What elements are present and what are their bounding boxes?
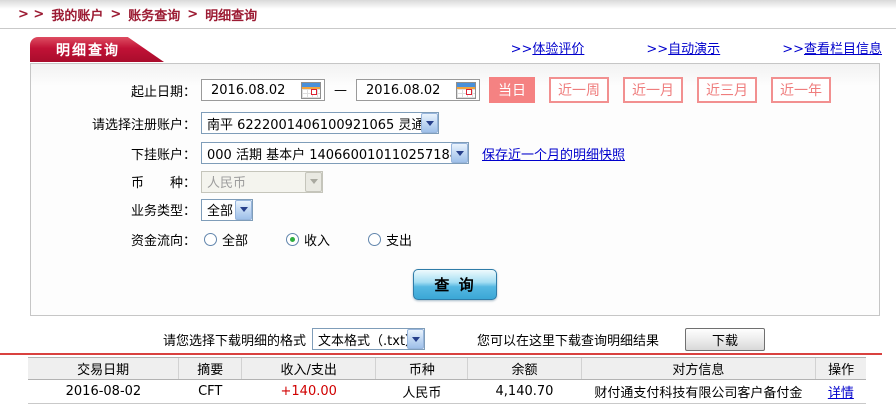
date-range-label: 起止日期： [130, 84, 196, 100]
cell-trade-date: 2016-08-02 [28, 379, 179, 404]
table-header-row: 交易日期 摘要 收入/支出 币种 余额 对方信息 操作 [28, 357, 866, 380]
chevron-down-icon [451, 143, 468, 163]
tab-row: 明细查询 >>体验评价 >>自动演示 >>查看栏目信息 [0, 29, 896, 62]
download-button[interactable]: 下载 [685, 327, 766, 351]
registered-account-label: 请选择注册账户： [91, 117, 196, 133]
download-format-value: 文本格式（.txt） [318, 333, 407, 349]
fund-flow-option-all[interactable]: 全部 [204, 230, 248, 249]
fund-flow-option-income[interactable]: 收入 [286, 230, 330, 249]
top-links: >>体验评价 >>自动演示 >>查看栏目信息 [511, 38, 882, 57]
range-button-last-month[interactable]: 近一月 [623, 77, 683, 103]
chevron-down-icon [407, 329, 425, 349]
cell-currency: 人民币 [375, 379, 468, 404]
range-button-last-year[interactable]: 近一年 [771, 77, 831, 103]
query-button[interactable]: 查 询 [413, 269, 497, 300]
header-balance: 余额 [467, 357, 582, 380]
breadcrumb-item-detail-query[interactable]: 明细查询 [205, 5, 257, 24]
link-experience-evaluation[interactable]: >>体验评价 [511, 38, 585, 57]
chevron-down-icon [305, 171, 322, 192]
cell-amount: +140.00 [241, 379, 376, 404]
sub-account-label: 下挂账户： [130, 147, 196, 163]
date-range-row: 起止日期： 2016.08.02 — 2016.08.02 当日 近一周 近一月… [31, 77, 879, 103]
currency-row: 币 种： 人民币 [31, 170, 879, 193]
end-date-value: 2016.08.02 [366, 82, 441, 98]
download-format-label: 请您选择下载明细的格式 [163, 333, 307, 349]
save-snapshot-link[interactable]: 保存近一个月的明细快照 [482, 144, 625, 163]
result-table: 交易日期 摘要 收入/支出 币种 余额 对方信息 操作 2016-08-02 C… [28, 357, 866, 404]
tab-detail-query[interactable]: 明细查询 [30, 37, 164, 62]
end-date-input[interactable]: 2016.08.02 [356, 79, 480, 101]
sub-account-row: 下挂账户： 000 活期 基本户 1406600101102571848 保存近… [31, 141, 879, 165]
range-button-today[interactable]: 当日 [489, 77, 535, 103]
range-button-last-3-months[interactable]: 近三月 [697, 77, 757, 103]
business-type-row: 业务类型： 全部 [31, 198, 879, 221]
currency-value: 人民币 [207, 176, 247, 191]
header-income-expense: 收入/支出 [241, 357, 376, 380]
header-action: 操作 [815, 357, 866, 380]
link-auto-demo[interactable]: >>自动演示 [646, 38, 720, 57]
breadcrumb-item-account-query[interactable]: 账务查询 [128, 5, 180, 24]
calendar-icon[interactable] [456, 81, 476, 99]
business-type-value: 全部 [207, 204, 234, 219]
header-summary: 摘要 [178, 357, 242, 380]
cell-counterparty: 财付通支付科技有限公司客户备付金 [581, 379, 816, 404]
download-format-select[interactable]: 文本格式（.txt） [312, 328, 426, 350]
breadcrumb-prefix: > > [18, 6, 45, 22]
radio-icon[interactable] [368, 232, 382, 246]
registered-account-row: 请选择注册账户： 南平 6222001406100921065 灵通卡 [31, 111, 879, 135]
cell-summary: CFT [178, 379, 242, 404]
currency-label: 币 种： [130, 176, 196, 191]
start-date-input[interactable]: 2016.08.02 [201, 79, 325, 101]
calendar-icon[interactable] [301, 81, 321, 99]
header-currency: 币种 [375, 357, 468, 380]
business-type-select[interactable]: 全部 [201, 198, 253, 221]
currency-select: 人民币 [201, 170, 323, 193]
download-row: 请您选择下载明细的格式 文本格式（.txt） 您可以在这里下载查询明细结果 下载 [0, 327, 896, 351]
download-hint: 您可以在这里下载查询明细结果 [477, 333, 660, 349]
registered-account-select[interactable]: 南平 6222001406100921065 灵通卡 [201, 112, 439, 134]
fund-flow-label: 资金流向： [130, 233, 196, 249]
breadcrumb-separator: > [187, 6, 199, 22]
sub-account-value: 000 活期 基本户 1406600101102571848 [207, 147, 451, 163]
chevron-down-icon [421, 113, 438, 133]
chevron-down-icon [235, 199, 252, 220]
header-trade-date: 交易日期 [28, 357, 179, 380]
range-button-last-week[interactable]: 近一周 [549, 77, 609, 103]
business-type-label: 业务类型： [130, 204, 196, 219]
query-form: 起止日期： 2016.08.02 — 2016.08.02 当日 近一周 近一月… [30, 63, 880, 316]
sub-account-select[interactable]: 000 活期 基本户 1406600101102571848 [201, 142, 469, 164]
start-date-value: 2016.08.02 [211, 82, 286, 98]
radio-checked-icon[interactable] [286, 232, 300, 246]
detail-link[interactable]: 详情 [828, 386, 854, 401]
breadcrumb-separator: > [110, 6, 122, 22]
header-counterparty: 对方信息 [580, 357, 816, 380]
breadcrumb-item-my-account[interactable]: 我的账户 [51, 5, 103, 24]
table-row: 2016-08-02 CFT +140.00 人民币 4,140.70 财付通支… [28, 379, 866, 404]
cell-balance: 4,140.70 [467, 379, 582, 404]
fund-flow-option-expense[interactable]: 支出 [368, 230, 412, 249]
date-range-dash: — [334, 82, 347, 98]
table-top-rule [0, 353, 882, 355]
breadcrumb: > > 我的账户 > 账务查询 > 明细查询 [0, 0, 896, 29]
fund-flow-row: 资金流向： 全部 收入 支出 [31, 230, 879, 249]
radio-icon[interactable] [204, 232, 217, 246]
link-view-column-info[interactable]: >>查看栏目信息 [782, 38, 882, 57]
registered-account-value: 南平 6222001406100921065 灵通卡 [207, 117, 421, 133]
